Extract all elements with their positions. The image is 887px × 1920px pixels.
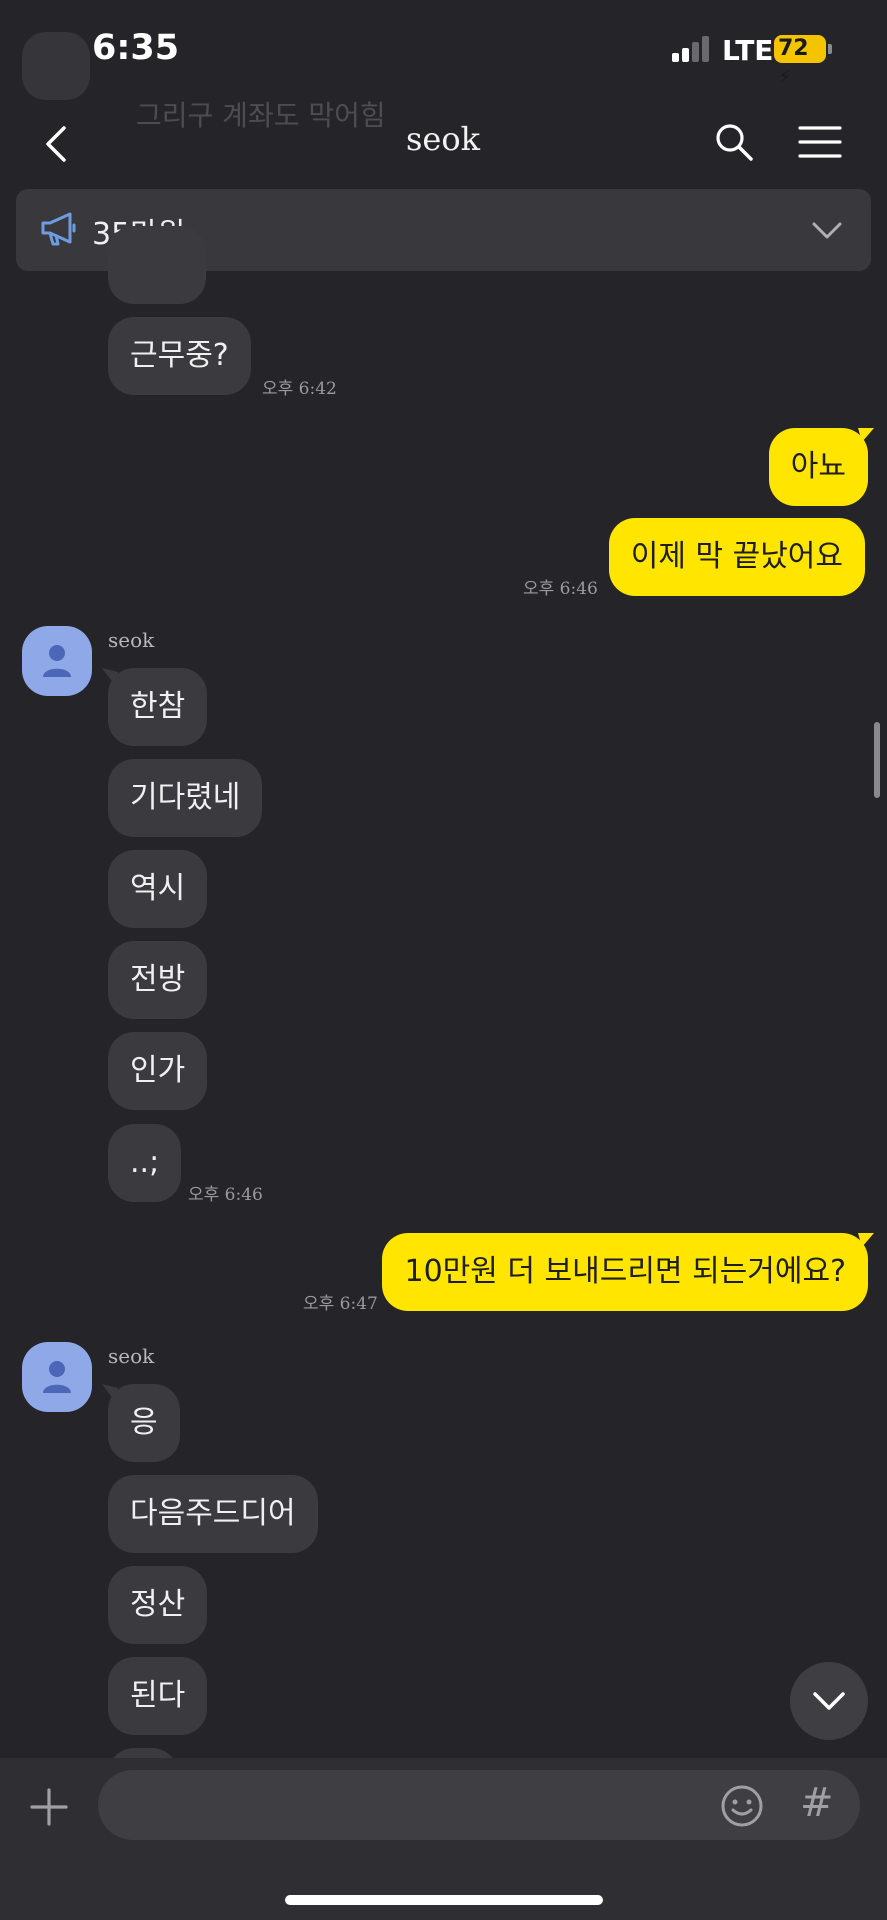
chat-title: seok [405, 120, 480, 158]
message-timestamp: 오후 6:47 [303, 1294, 378, 1314]
message-bubble-incoming[interactable]: ..; [108, 1124, 182, 1202]
person-icon [43, 1361, 71, 1393]
message-bubble-incoming[interactable]: 역시 [108, 850, 208, 928]
status-time: 6:35 [92, 28, 180, 68]
chevron-down-icon[interactable] [811, 215, 843, 245]
avatar[interactable] [22, 626, 92, 696]
message-bubble-incoming[interactable]: 정산 [108, 1566, 208, 1644]
message-bubble-incoming[interactable]: 인가 [108, 1032, 208, 1110]
chat-screen: 그리구 계좌도 막어힘 6:35 LTE 72 ⚡ seok 35만원 [0, 0, 887, 1920]
plus-icon[interactable] [30, 1788, 68, 1826]
sender-name: seok [108, 1344, 155, 1368]
battery-tip [828, 44, 832, 54]
message-bubble-incoming[interactable]: 한참 [108, 668, 208, 746]
message-bubble-incoming[interactable]: 응 [108, 1384, 180, 1462]
battery-icon: 72 ⚡ [774, 35, 826, 88]
message-timestamp: 오후 6:46 [188, 1185, 263, 1205]
person-icon [43, 645, 71, 677]
avatar[interactable] [22, 1342, 92, 1412]
chevron-down-icon [813, 1692, 845, 1710]
bubble-tail [858, 428, 874, 442]
bubble-tail [858, 1233, 874, 1247]
emoji-icon[interactable] [720, 1784, 764, 1828]
message-bubble-incoming[interactable] [108, 226, 206, 304]
signal-strength-icon [672, 36, 712, 62]
hash-icon[interactable]: # [800, 1780, 834, 1826]
message-bubble-outgoing[interactable]: 아뇨 [768, 428, 868, 506]
battery-level: 72 [778, 36, 809, 61]
back-icon[interactable] [40, 124, 72, 164]
scrollbar[interactable] [874, 722, 880, 798]
home-indicator [285, 1895, 603, 1905]
message-bubble-incoming[interactable]: 전방 [108, 941, 208, 1019]
search-icon[interactable] [714, 122, 754, 162]
megaphone-icon [41, 212, 76, 246]
message-timestamp: 오후 6:42 [262, 379, 337, 399]
message-bubble-incoming[interactable]: 기다렸네 [108, 759, 263, 837]
charging-bolt-icon: ⚡ [778, 67, 791, 88]
sender-name: seok [108, 628, 155, 652]
message-bubble-incoming[interactable]: 된다 [108, 1657, 208, 1735]
network-type: LTE [722, 34, 774, 67]
menu-icon[interactable] [798, 124, 842, 160]
message-bubble-incoming[interactable]: 다음주드디어 [108, 1475, 318, 1553]
background-avatar [22, 32, 90, 100]
message-bubble-incoming[interactable]: 근무중? [108, 317, 251, 395]
message-timestamp: 오후 6:46 [523, 579, 598, 599]
message-bubble-outgoing[interactable]: 이제 막 끝났어요 [608, 518, 865, 596]
message-input-bar: # [0, 1758, 887, 1920]
scroll-to-bottom-button[interactable] [790, 1662, 868, 1740]
message-bubble-outgoing[interactable]: 10만원 더 보내드리면 되는거에요? [382, 1233, 868, 1311]
